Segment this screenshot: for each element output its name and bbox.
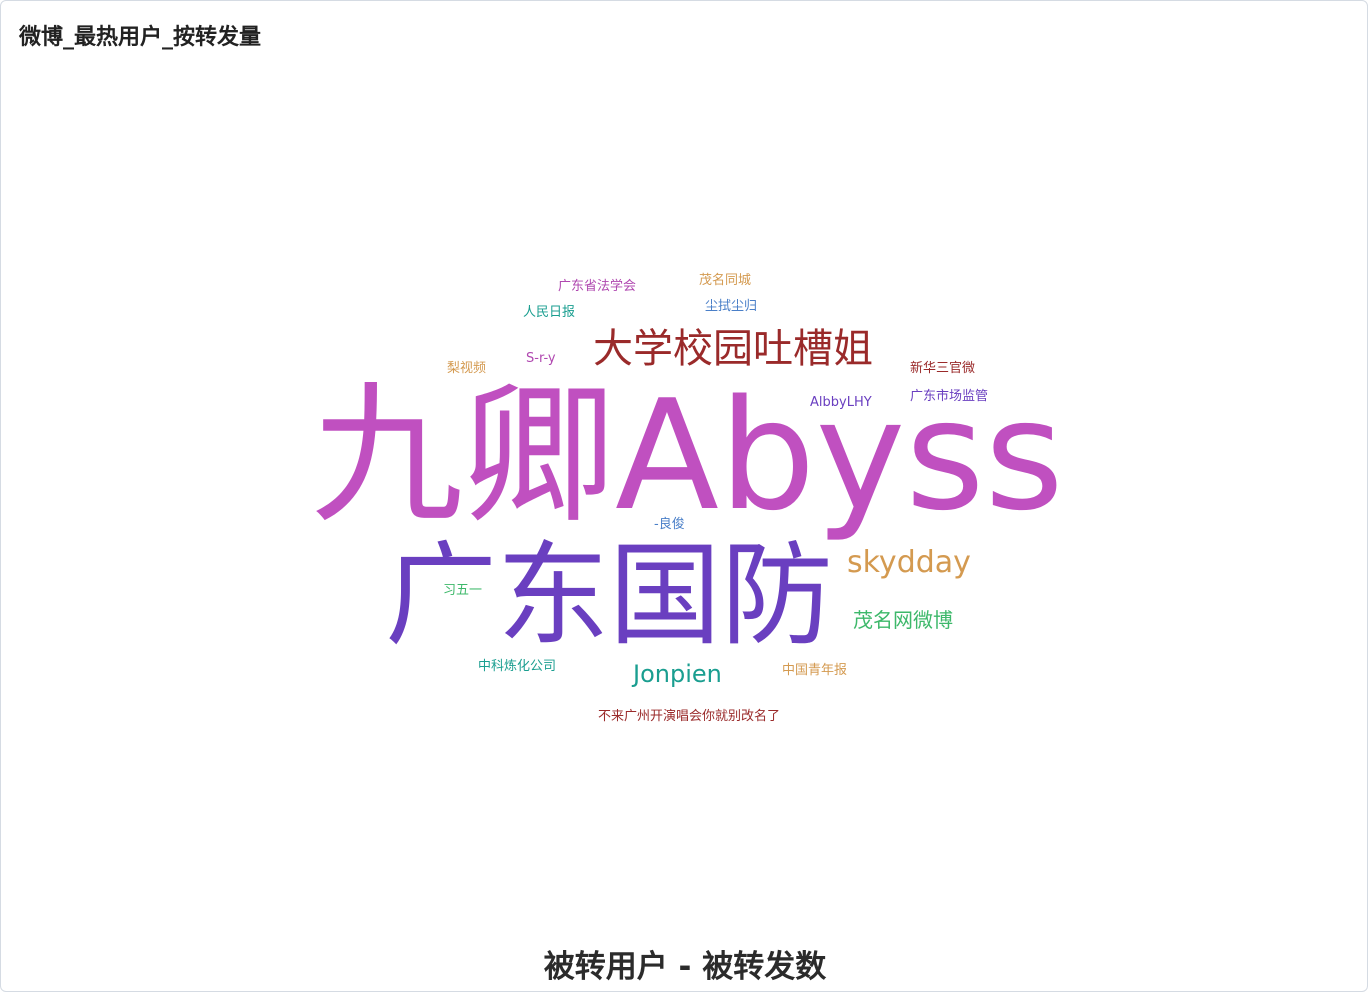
- word-14: AlbbyLHY: [810, 395, 872, 410]
- chart-caption: 被转用户 - 被转发数: [543, 949, 827, 985]
- word-20: 不来广州开演唱会你就别改名了: [598, 709, 781, 724]
- chart-panel: 微博_最热用户_按转发量 九卿Abyss 广东国防 大学校园吐槽姐 skydday 茂名…: [0, 0, 1368, 992]
- word-18: 中科炼化公司: [478, 659, 557, 674]
- word-cloud: 九卿Abyss 广东国防 大学校园吐槽姐 skydday 茂名网微博 Jonpien 广东省…: [1, 1, 1367, 991]
- word-5: 茂名网微博: [853, 608, 953, 632]
- word-12: S-r-y: [526, 351, 556, 366]
- word-4: skydday: [847, 545, 971, 580]
- word-10: 尘拭尘归: [705, 299, 758, 314]
- word-13: 新华三官微: [910, 361, 976, 376]
- word-19: 中国青年报: [782, 663, 848, 678]
- word-8: 茂名同城: [699, 273, 752, 288]
- word-9: 人民日报: [523, 305, 576, 320]
- word-16: -良俊: [654, 517, 685, 532]
- word-7: 广东省法学会: [558, 279, 637, 294]
- word-3: 大学校园吐槽姐: [593, 326, 873, 372]
- word-6: Jonpien: [633, 660, 722, 688]
- word-15: 广东市场监管: [910, 389, 989, 404]
- word-11: 梨视频: [447, 361, 487, 376]
- word-17: 习五一: [443, 583, 483, 598]
